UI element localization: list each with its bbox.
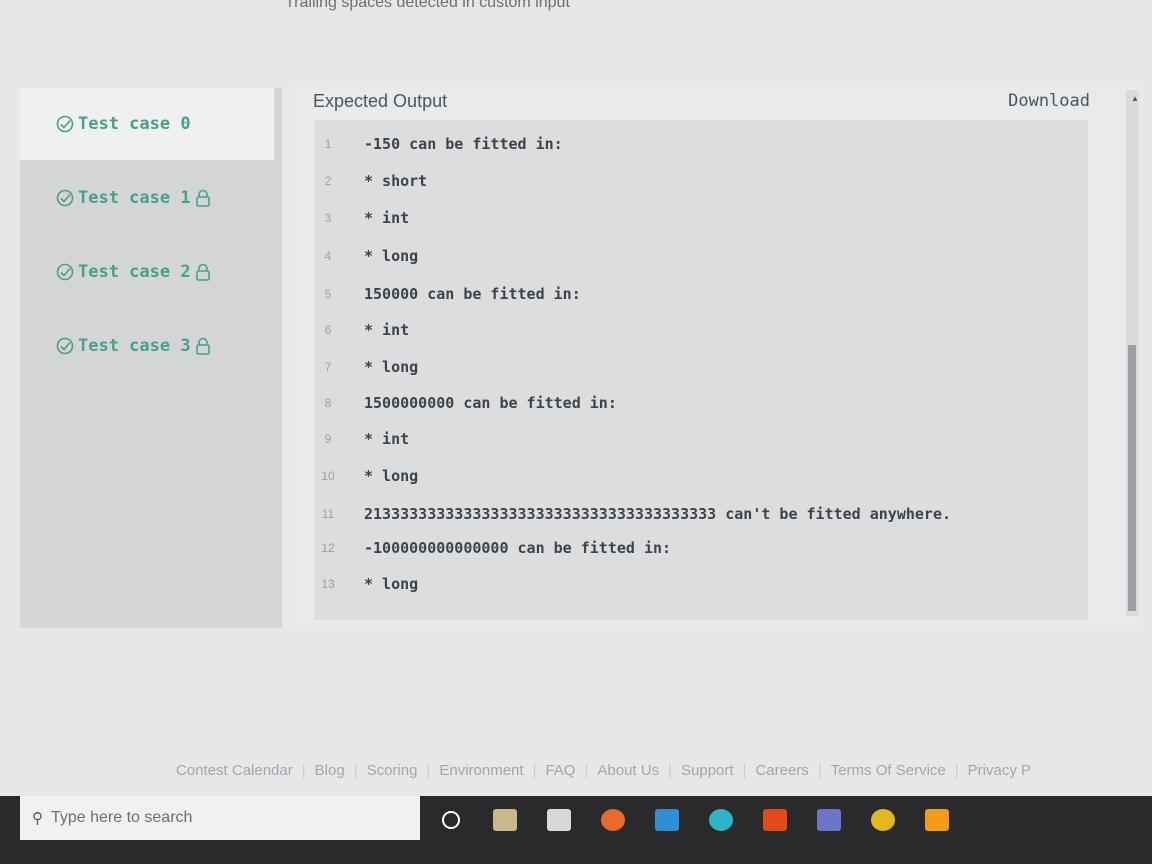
cortana-icon[interactable] — [424, 800, 478, 840]
lock-icon — [195, 189, 210, 207]
task-view-icon[interactable] — [478, 800, 532, 840]
edge-icon[interactable] — [694, 800, 748, 840]
search-placeholder: Type here to search — [51, 809, 193, 826]
line-number: 2 — [324, 174, 332, 188]
line-number: 5 — [324, 287, 332, 301]
check-circle-icon — [56, 337, 74, 355]
store-icon[interactable] — [532, 800, 586, 840]
office-icon[interactable] — [748, 800, 802, 840]
footer-separator: | — [817, 761, 822, 779]
footer-link-blog[interactable]: Blog — [315, 762, 345, 779]
line-text: * short — [364, 172, 428, 190]
search-icon: ⚲ — [32, 810, 43, 827]
tab-test-case-2[interactable]: Test case 2 — [20, 236, 282, 308]
vertical-scrollbar[interactable] — [1126, 90, 1138, 616]
footer-link-terms-of-service[interactable]: Terms Of Service — [831, 762, 946, 779]
footer-link-careers[interactable]: Careers — [755, 762, 808, 779]
line-text: * long — [364, 467, 419, 485]
line-text: 213333333333333333333333333333333333333 … — [364, 505, 951, 523]
footer-separator: | — [668, 761, 672, 779]
line-number: 10 — [321, 469, 335, 483]
footer-link-about-us[interactable]: About Us — [597, 762, 659, 779]
code-line: 10 * long — [314, 461, 418, 491]
footer-link-faq[interactable]: FAQ — [545, 762, 575, 779]
footer-separator: | — [742, 761, 747, 779]
code-line: 8 1500000000 can be fitted in: — [314, 388, 617, 418]
trailing-spaces-warning: Trailing spaces detected in custom input — [285, 0, 570, 11]
teams-icon[interactable] — [802, 800, 856, 840]
check-circle-icon — [56, 115, 74, 133]
tab-test-case-0[interactable]: Test case 0 — [20, 88, 274, 160]
line-number: 4 — [324, 249, 332, 263]
sublime-icon[interactable] — [910, 800, 964, 840]
tab-label: Test case 0 — [78, 114, 191, 134]
taskbar-icons — [424, 800, 964, 840]
line-text: * long — [364, 358, 419, 376]
panel-title: Expected Output — [313, 91, 448, 111]
taskbar-search[interactable]: ⚲ Type here to search — [20, 796, 420, 840]
line-text: -100000000000000 can be fitted in: — [364, 539, 672, 557]
footer-link-support[interactable]: Support — [681, 762, 734, 779]
windows-taskbar: ⚲ Type here to search — [0, 796, 1152, 864]
footer-link-environment[interactable]: Environment — [439, 762, 523, 779]
line-text: -150 can be fitted in: — [364, 135, 563, 153]
line-text: * int — [364, 321, 410, 339]
line-number: 9 — [324, 432, 332, 446]
line-text: * long — [364, 247, 419, 265]
line-text: * int — [364, 209, 410, 227]
footer-separator: | — [584, 761, 589, 779]
tab-label: Test case 3 — [78, 336, 191, 356]
code-line: 3 * int — [314, 203, 410, 233]
code-line: 12 -100000000000000 can be fitted in: — [314, 533, 671, 563]
footer-separator: | — [954, 761, 959, 779]
code-line: 11 21333333333333333333333333333333333333… — [314, 499, 951, 529]
lock-icon — [195, 263, 210, 281]
code-output: 1 -150 can be fitted in: 2 * short 3 * int … — [314, 120, 1088, 620]
tab-test-case-1[interactable]: Test case 1 — [20, 162, 282, 234]
scroll-up-arrow-icon[interactable]: ▲ — [1131, 94, 1139, 103]
footer-link-scoring[interactable]: Scoring — [367, 762, 418, 779]
line-text: * long — [364, 575, 419, 593]
code-line: 4 * long — [314, 241, 419, 271]
firefox-icon[interactable] — [586, 800, 640, 840]
expected-output-panel: Expected Output Download 1 -150 can be fi… — [290, 82, 1138, 630]
tab-label: Test case 2 — [78, 262, 191, 282]
line-number: 6 — [324, 323, 332, 337]
line-number: 1 — [324, 137, 332, 151]
tab-label: Test case 1 — [78, 188, 191, 208]
check-circle-icon — [56, 189, 74, 207]
mail-icon[interactable] — [640, 800, 694, 840]
line-text: 1500000000 can be fitted in: — [364, 394, 617, 412]
line-number: 12 — [321, 541, 335, 555]
footer-separator: | — [532, 761, 537, 779]
footer-separator: | — [353, 761, 358, 779]
code-line: 13 * long — [314, 569, 418, 599]
lock-icon — [195, 337, 210, 355]
line-number: 7 — [324, 360, 332, 374]
code-line: 7 * long — [314, 352, 419, 382]
download-link[interactable]: Download — [1008, 91, 1090, 111]
footer-separator: | — [426, 761, 431, 779]
line-text: 150000 can be fitted in: — [364, 285, 581, 303]
line-number: 3 — [324, 211, 332, 225]
footer-separator: | — [301, 761, 306, 779]
footer-link-contest-calendar[interactable]: Contest Calendar — [176, 762, 293, 779]
chrome-icon[interactable] — [856, 800, 910, 840]
code-line: 9 * int — [314, 424, 410, 454]
code-line: 2 * short — [314, 166, 428, 196]
code-line: 1 -150 can be fitted in: — [314, 129, 563, 159]
line-number: 11 — [321, 507, 335, 521]
code-line: 5 150000 can be fitted in: — [314, 279, 581, 309]
line-text: * int — [364, 430, 410, 448]
test-case-tabs: Test case 0 Test case 1 Test case 2 Test… — [20, 88, 282, 628]
tab-test-case-3[interactable]: Test case 3 — [20, 310, 282, 382]
check-circle-icon — [56, 263, 74, 281]
code-line: 6 * int — [314, 315, 410, 345]
footer-link-privacy[interactable]: Privacy P — [968, 762, 1031, 779]
scrollbar-thumb[interactable] — [1128, 345, 1136, 611]
line-number: 8 — [324, 396, 332, 410]
line-number: 13 — [321, 577, 335, 591]
footer-links: Contest Calendar | Blog | Scoring | Environ… — [176, 758, 1152, 782]
